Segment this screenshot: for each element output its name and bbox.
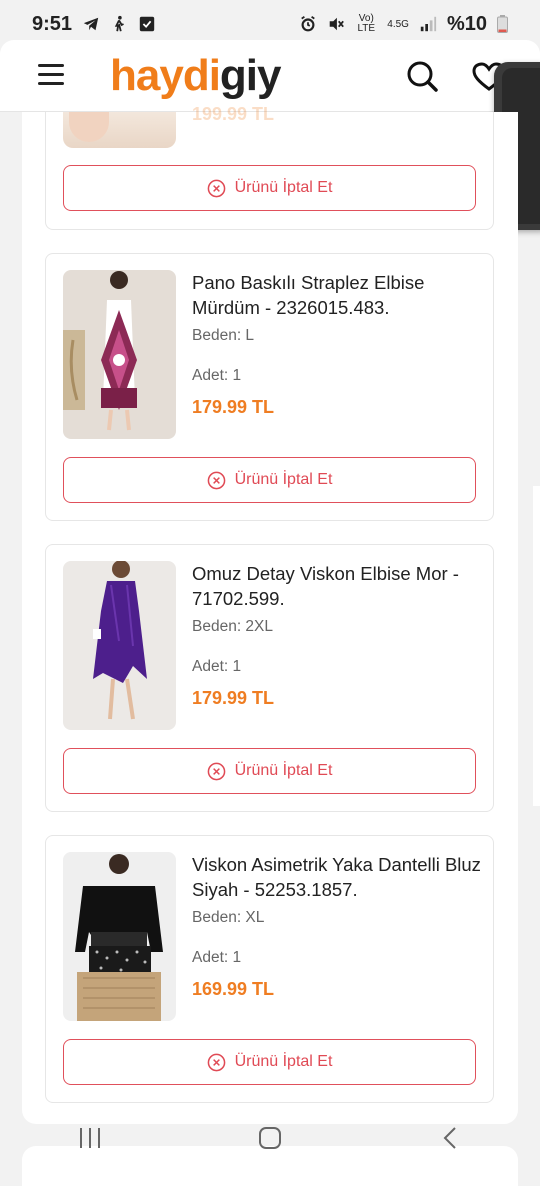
product-thumb[interactable]	[63, 852, 176, 1021]
cancel-label: Ürünü İptal Et	[234, 471, 333, 488]
product-name[interactable]: Omuz Detay Viskon Elbise Mor - 71702.599…	[192, 561, 492, 611]
product-thumb[interactable]	[63, 270, 176, 439]
order-item-partial: 199.99 TL Ürünü İptal Et	[45, 104, 494, 230]
cancel-item-button[interactable]: Ürünü İptal Et	[63, 457, 476, 503]
cancel-item-button[interactable]: Ürünü İptal Et	[63, 748, 476, 794]
mute-icon	[329, 17, 345, 31]
cancel-label: Ürünü İptal Et	[234, 1053, 333, 1070]
product-name[interactable]: Viskon Asimetrik Yaka Dantelli Bluz Siya…	[192, 852, 492, 902]
product-price: 179.99 TL	[192, 397, 275, 417]
battery-icon	[497, 15, 508, 33]
product-name[interactable]: Pano Baskılı Straplez Elbise Mürdüm - 23…	[192, 270, 492, 320]
product-thumb[interactable]	[63, 561, 176, 730]
cancel-item-button[interactable]: Ürünü İptal Et	[63, 1039, 476, 1085]
logo-part2: giy	[219, 51, 282, 100]
order-item: Omuz Detay Viskon Elbise Mor - 71702.599…	[45, 544, 494, 812]
menu-icon[interactable]	[38, 64, 64, 86]
product-qty: Adet: 1	[192, 658, 242, 675]
product-thumb-partial	[63, 112, 176, 148]
logo[interactable]: haydigiy	[110, 48, 281, 104]
network-label: Vo) LTE	[357, 13, 376, 34]
order-item: Pano Baskılı Straplez Elbise Mürdüm - 23…	[45, 253, 494, 521]
battery-text: %10	[446, 12, 487, 35]
signal-icon	[420, 16, 437, 32]
status-time: 9:51	[32, 12, 73, 35]
product-price: 179.99 TL	[192, 688, 275, 708]
order-item: Viskon Asimetrik Yaka Dantelli Bluz Siya…	[45, 835, 494, 1103]
system-nav-bar	[0, 1120, 540, 1156]
product-qty: Adet: 1	[192, 949, 242, 966]
logo-part1: haydi	[110, 51, 221, 100]
cancel-icon	[207, 179, 225, 197]
product-price-partial: 199.99 TL	[192, 104, 275, 124]
walk-icon	[114, 15, 124, 32]
network-gen-label: 4.5G	[387, 18, 409, 30]
recents-icon[interactable]	[60, 1123, 120, 1153]
search-icon[interactable]	[406, 60, 438, 92]
product-size: Beden: L	[192, 327, 255, 344]
cancel-icon	[207, 1053, 225, 1071]
back-icon[interactable]	[420, 1123, 480, 1153]
cancel-label: Ürünü İptal Et	[234, 762, 333, 779]
cancel-icon	[207, 471, 225, 489]
product-size: Beden: 2XL	[192, 618, 274, 635]
telegram-icon	[83, 17, 99, 31]
cancel-item-button[interactable]: Ürünü İptal Et	[63, 165, 476, 211]
check-icon	[139, 16, 155, 32]
alarm-icon	[301, 16, 316, 32]
home-icon[interactable]	[240, 1123, 300, 1153]
side-strip	[533, 486, 540, 806]
app-header: haydigiy	[0, 40, 540, 112]
product-size: Beden: XL	[192, 909, 265, 926]
cancel-icon	[207, 762, 225, 780]
cancel-label: Ürünü İptal Et	[234, 179, 333, 196]
product-qty: Adet: 1	[192, 367, 242, 384]
product-price: 169.99 TL	[192, 979, 275, 999]
